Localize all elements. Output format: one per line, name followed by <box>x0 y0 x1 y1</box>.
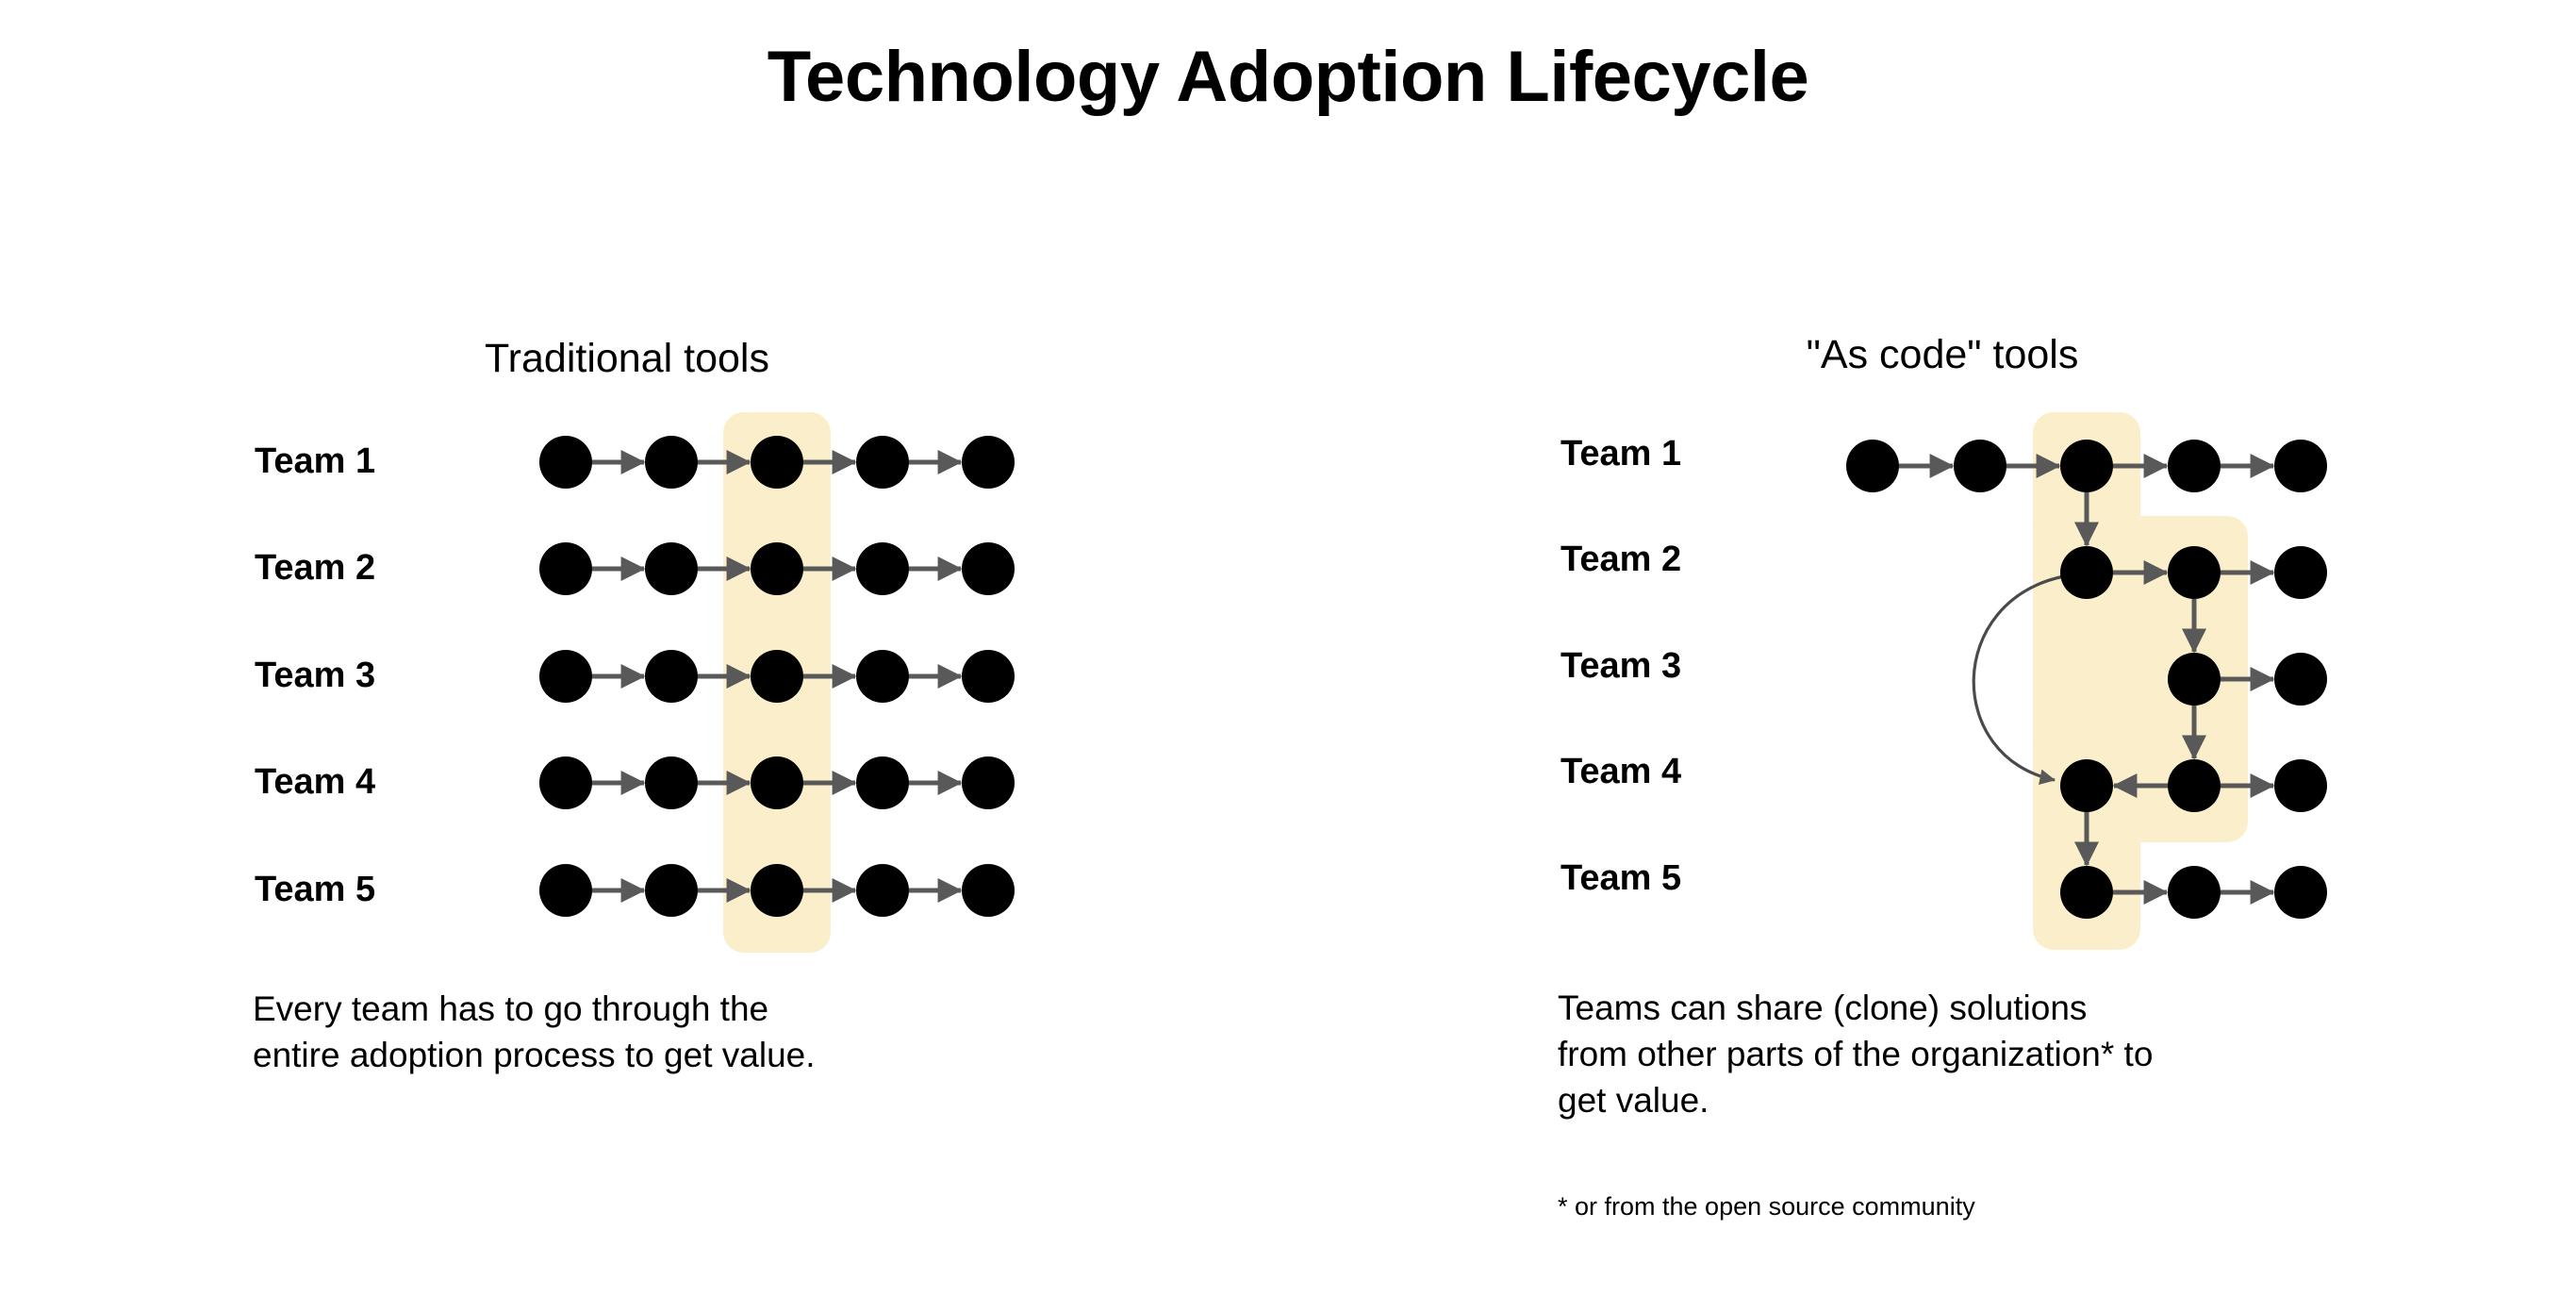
node-as-code-t1-c1 <box>1846 440 1899 492</box>
node-as-code-t2-c5 <box>2274 546 2327 599</box>
diagram-canvas: Technology Adoption Lifecycle Traditiona… <box>0 0 2576 1296</box>
node-as-code-t1-c5 <box>2274 440 2327 492</box>
node-as-code-t5-c4 <box>2168 866 2221 919</box>
caption-as-code: Teams can share (clone) solutions from o… <box>1558 989 2154 1120</box>
node-as-code-t1-c3 <box>2060 440 2113 492</box>
footnote-as-code: * or from the open source community <box>1558 1192 1975 1221</box>
node-as-code-t5-c5 <box>2274 866 2327 919</box>
node-as-code-t3-c4 <box>2168 653 2221 706</box>
node-as-code-t5-c3 <box>2060 866 2113 919</box>
node-as-code-t4-c3 <box>2060 759 2113 812</box>
node-as-code-t1-c2 <box>1954 440 2006 492</box>
node-as-code-t4-c5 <box>2274 759 2327 812</box>
node-as-code-t1-c4 <box>2168 440 2221 492</box>
node-as-code-t2-c4 <box>2168 546 2221 599</box>
node-as-code-t4-c4 <box>2168 759 2221 812</box>
node-as-code-t3-c5 <box>2274 653 2327 706</box>
node-as-code-t2-c3 <box>2060 546 2113 599</box>
